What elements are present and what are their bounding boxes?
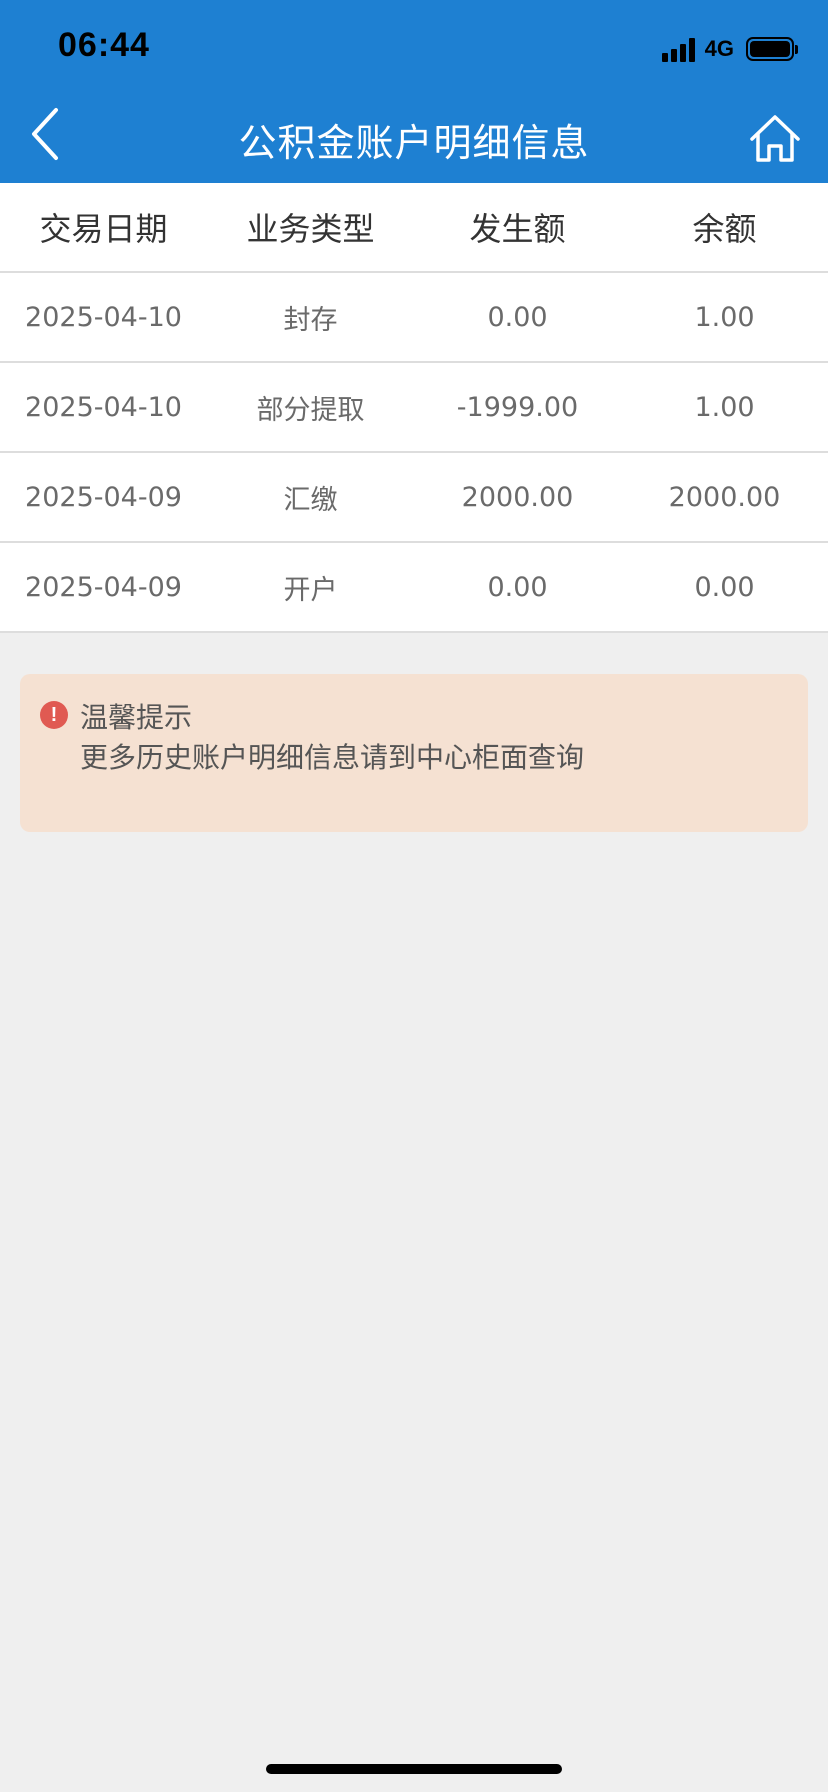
page-title: 公积金账户明细信息: [238, 121, 590, 165]
home-indicator[interactable]: [266, 1764, 562, 1774]
network-type: 4G: [704, 36, 734, 61]
table-row[interactable]: 2025-04-10 封存 0.00 1.00: [0, 273, 828, 363]
cell-date: 2025-04-09: [25, 571, 182, 603]
cell-balance: 2000.00: [668, 481, 781, 513]
cell-amount: 0.00: [487, 301, 548, 333]
table-row[interactable]: 2025-04-10 部分提取 -1999.00 1.00: [0, 363, 828, 453]
transaction-table: 交易日期 业务类型 发生额 余额 2025-04-10 封存 0.00 1.00…: [0, 183, 828, 633]
exclamation-icon: !: [40, 701, 68, 729]
notice-title: 温馨提示: [80, 701, 193, 734]
cell-type: 部分提取: [256, 394, 365, 426]
home-button[interactable]: [748, 112, 802, 166]
cell-amount: 2000.00: [461, 481, 574, 513]
app-header: 06:44 4G 公积金账户明细信息: [0, 0, 828, 183]
cell-date: 2025-04-10: [25, 391, 182, 423]
column-header-amount: 发生额: [469, 210, 566, 248]
cell-amount: -1999.00: [456, 391, 579, 423]
cell-type: 封存: [283, 304, 338, 336]
cell-date: 2025-04-09: [25, 481, 182, 513]
notice-text: 更多历史账户明细信息请到中心柜面查询: [80, 741, 585, 774]
battery-icon: [746, 37, 798, 61]
home-icon: [750, 115, 800, 162]
column-header-balance: 余额: [692, 210, 757, 248]
notice-box: ! 温馨提示 更多历史账户明细信息请到中心柜面查询: [20, 674, 808, 832]
cell-balance: 1.00: [694, 391, 755, 423]
column-header-type: 业务类型: [246, 210, 375, 248]
table-row[interactable]: 2025-04-09 开户 0.00 0.00: [0, 543, 828, 633]
status-time: 06:44: [58, 26, 150, 64]
signal-icon: [661, 36, 695, 62]
table-row[interactable]: 2025-04-09 汇缴 2000.00 2000.00: [0, 453, 828, 543]
cell-type: 汇缴: [283, 484, 338, 516]
cell-balance: 0.00: [694, 571, 755, 603]
cell-type: 开户: [283, 574, 338, 606]
cell-date: 2025-04-10: [25, 301, 182, 333]
cell-amount: 0.00: [487, 571, 548, 603]
cell-balance: 1.00: [694, 301, 755, 333]
status-indicators: 4G: [661, 34, 798, 64]
table-header-row: 交易日期 业务类型 发生额 余额: [0, 183, 828, 273]
column-header-date: 交易日期: [39, 210, 168, 248]
